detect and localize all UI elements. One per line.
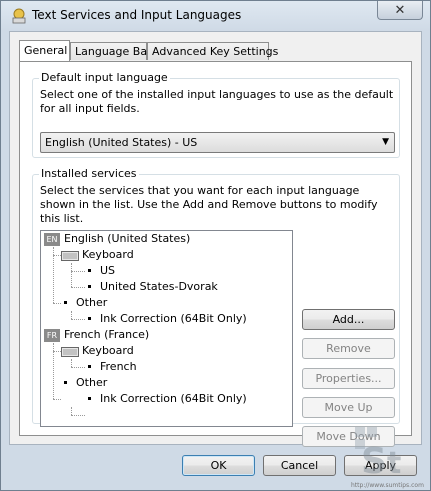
tree-connector <box>71 359 72 367</box>
tree-item-french[interactable]: FR French (France) <box>44 327 149 343</box>
installed-services-group: Installed services Select the services t… <box>32 167 400 447</box>
tree-connector <box>53 399 61 400</box>
watermark-logo: S t <box>355 427 401 482</box>
ok-button[interactable]: OK <box>182 455 255 476</box>
cancel-button-label: Cancel <box>280 459 319 472</box>
move-up-button[interactable]: Move Up <box>302 397 395 418</box>
tree-connector <box>71 407 72 415</box>
tree-item-en-dvorak-label: United States-Dvorak <box>100 280 218 293</box>
tree-item-english[interactable]: EN English (United States) <box>44 231 190 247</box>
tree-item-en-keyboard[interactable]: Keyboard <box>61 247 134 263</box>
tab-general-label: General <box>24 44 68 57</box>
tree-connector <box>53 351 61 352</box>
tree-item-fr-french-label: French <box>100 360 137 373</box>
installed-services-description: Select the services that you want for ea… <box>40 184 378 225</box>
tree-item-fr-keyboard[interactable]: Keyboard <box>61 343 134 359</box>
default-language-description: Select one of the installed input langua… <box>40 88 394 115</box>
tab-general[interactable]: General <box>19 40 70 61</box>
bullet-icon <box>64 380 67 384</box>
tree-connector <box>71 271 85 272</box>
bullet-icon <box>88 268 91 272</box>
tree-connector <box>53 255 61 256</box>
window-title: Text Services and Input Languages <box>32 8 242 22</box>
tree-connector <box>71 263 72 287</box>
default-language-dropdown[interactable]: English (United States) - US ▼ <box>40 132 395 153</box>
tree-item-en-ink[interactable]: Ink Correction (64Bit Only) <box>85 311 247 327</box>
bullet-icon <box>88 364 91 368</box>
tree-item-en-ink-label: Ink Correction (64Bit Only) <box>100 312 247 325</box>
tree-item-en-other[interactable]: Other <box>61 295 107 311</box>
general-tab-panel: Default input language Select one of the… <box>19 61 412 447</box>
title-bar[interactable]: Text Services and Input Languages ✕ <box>1 1 430 31</box>
watermark-url: http://www.sumtips.com <box>351 482 424 489</box>
tree-item-fr-ink-label: Ink Correction (64Bit Only) <box>100 392 247 405</box>
dialog-client-area: General Language Bar Advanced Key Settin… <box>9 31 422 447</box>
bullet-icon <box>88 396 91 400</box>
tree-item-en-dvorak[interactable]: United States-Dvorak <box>85 279 218 295</box>
keyboard-icon <box>61 251 79 261</box>
tree-item-french-label: French (France) <box>64 328 150 341</box>
bullet-icon <box>88 284 91 288</box>
svg-text:t: t <box>387 446 401 481</box>
properties-button-label: Properties... <box>315 372 382 385</box>
tree-connector <box>71 319 85 320</box>
tree-item-fr-french[interactable]: French <box>85 359 137 375</box>
chevron-down-icon: ▼ <box>382 137 389 147</box>
close-icon: ✕ <box>394 2 406 18</box>
tree-item-fr-other-label: Other <box>76 376 108 389</box>
tab-advanced-key-settings-label: Advanced Key Settings <box>152 45 279 58</box>
bullet-icon <box>64 300 67 304</box>
default-language-group-title: Default input language <box>39 71 170 84</box>
tab-language-bar[interactable]: Language Bar <box>70 42 152 60</box>
default-language-group: Default input language Select one of the… <box>32 71 400 158</box>
installed-services-tree[interactable]: EN English (United States) Keyboard US Un… <box>40 230 293 427</box>
close-button[interactable]: ✕ <box>377 1 423 20</box>
ok-button-label: OK <box>210 459 227 472</box>
tree-item-fr-ink[interactable]: Ink Correction (64Bit Only) <box>85 391 247 407</box>
keyboard-icon <box>61 347 79 357</box>
tree-item-fr-keyboard-label: Keyboard <box>82 344 134 357</box>
tree-connector <box>71 367 85 368</box>
add-button-label: Add... <box>332 313 365 326</box>
keyboard-globe-icon <box>12 8 26 24</box>
tree-item-fr-other[interactable]: Other <box>61 375 107 391</box>
tree-item-en-other-label: Other <box>76 296 108 309</box>
tree-item-english-label: English (United States) <box>64 232 191 245</box>
tree-item-en-us[interactable]: US <box>85 263 115 279</box>
dialog-window: Text Services and Input Languages ✕ Gene… <box>0 0 431 491</box>
tree-connector <box>71 311 72 319</box>
installed-services-group-title: Installed services <box>39 167 139 180</box>
tree-item-en-us-label: US <box>100 264 116 277</box>
default-language-selected: English (United States) - US <box>45 136 198 149</box>
svg-text:S: S <box>361 441 387 482</box>
add-button[interactable]: Add... <box>302 309 395 330</box>
remove-button-label: Remove <box>326 342 371 355</box>
tree-connector <box>53 303 61 304</box>
move-up-button-label: Move Up <box>324 401 373 414</box>
language-badge-en: EN <box>44 232 60 246</box>
cancel-button[interactable]: Cancel <box>263 455 336 476</box>
tree-connector <box>71 415 85 416</box>
tree-connector <box>71 287 85 288</box>
properties-button[interactable]: Properties... <box>302 368 395 389</box>
language-badge-fr: FR <box>44 328 60 342</box>
remove-button[interactable]: Remove <box>302 338 395 359</box>
tree-item-en-keyboard-label: Keyboard <box>82 248 134 261</box>
tab-language-bar-label: Language Bar <box>75 45 152 58</box>
bullet-icon <box>88 316 91 320</box>
tab-advanced-key-settings[interactable]: Advanced Key Settings <box>147 42 278 60</box>
